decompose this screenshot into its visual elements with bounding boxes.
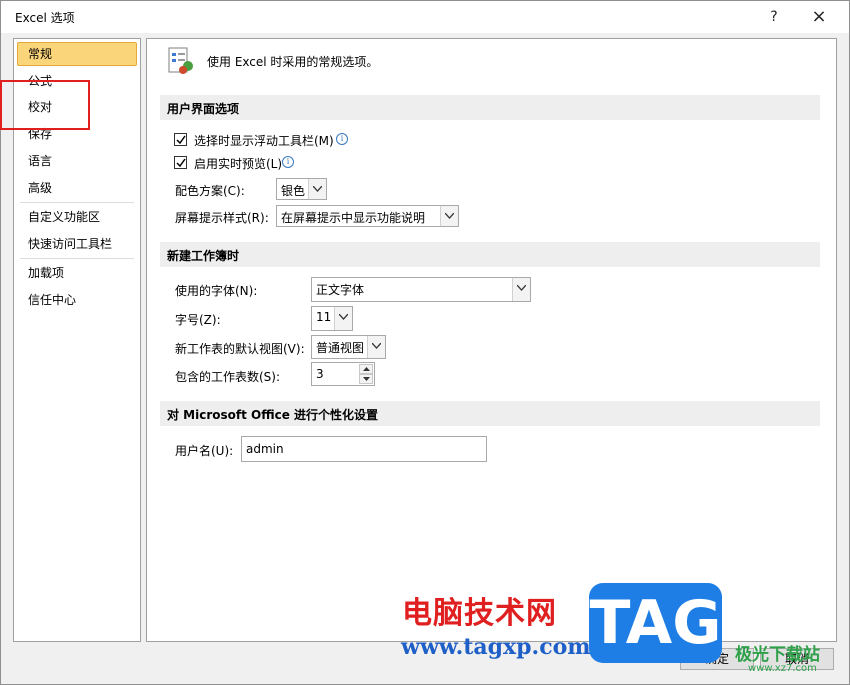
font-size-value: 11	[316, 310, 332, 324]
nav-item-quick-access-toolbar[interactable]: 快速访问工具栏	[17, 232, 137, 256]
username-input[interactable]: admin	[241, 436, 487, 462]
watermark-tag-logo: TAG	[589, 583, 722, 663]
dialog-title: Excel 选项	[15, 11, 75, 25]
spin-up-icon[interactable]	[359, 364, 373, 374]
nav-divider	[20, 202, 134, 203]
nav-item-language[interactable]: 语言	[17, 149, 137, 173]
general-options-icon	[166, 46, 196, 76]
default-view-value: 普通视图	[316, 341, 365, 355]
nav-divider	[20, 258, 134, 259]
live-preview-label[interactable]: 启用实时预览(L)	[194, 155, 282, 172]
font-value: 正文字体	[316, 283, 365, 297]
sheet-count-value[interactable]: 3	[316, 367, 324, 381]
watermark-site-name: 极光下载站	[735, 645, 820, 665]
help-button[interactable]: ?	[759, 5, 789, 29]
section-heading: 对 Microsoft Office 进行个性化设置	[167, 408, 379, 422]
mini-toolbar-checkbox[interactable]	[174, 133, 187, 146]
screentip-style-label: 屏幕提示样式(R):	[175, 211, 269, 225]
color-scheme-label: 配色方案(C):	[175, 184, 245, 198]
font-size-label: 字号(Z):	[175, 313, 221, 327]
watermark-site-url: www.xz7.com	[748, 663, 817, 674]
screentip-style-value: 在屏幕提示中显示功能说明	[281, 211, 426, 225]
mini-toolbar-label[interactable]: 选择时显示浮动工具栏(M)	[194, 132, 334, 149]
font-label: 使用的字体(N):	[175, 284, 258, 298]
screentip-style-select[interactable]: 在屏幕提示中显示功能说明	[276, 205, 459, 227]
chevron-down-icon[interactable]	[512, 278, 530, 301]
username-value: admin	[246, 442, 284, 456]
chevron-down-icon[interactable]	[367, 336, 385, 358]
section-new-workbook: 新建工作簿时	[160, 242, 820, 267]
nav-item-trust-center[interactable]: 信任中心	[17, 288, 137, 312]
font-select[interactable]: 正文字体	[311, 277, 531, 302]
font-size-select[interactable]: 11	[311, 306, 353, 331]
close-button[interactable]: ×	[804, 5, 834, 29]
chevron-down-icon[interactable]	[440, 206, 458, 226]
nav-item-customize-ribbon[interactable]: 自定义功能区	[17, 205, 137, 229]
color-scheme-select[interactable]: 银色	[276, 178, 327, 200]
highlight-annotation-box	[0, 80, 90, 130]
live-preview-checkbox[interactable]	[174, 156, 187, 169]
section-personalize: 对 Microsoft Office 进行个性化设置	[160, 401, 820, 426]
color-scheme-value: 银色	[281, 184, 306, 198]
chevron-down-icon[interactable]	[334, 307, 352, 330]
sheet-count-label: 包含的工作表数(S):	[175, 370, 281, 384]
section-ui-options: 用户界面选项	[160, 95, 820, 120]
sheet-count-spinner[interactable]: 3	[311, 362, 375, 386]
title-bar: Excel 选项 ? ×	[1, 1, 849, 33]
default-view-label: 新工作表的默认视图(V):	[175, 342, 305, 356]
default-view-select[interactable]: 普通视图	[311, 335, 386, 359]
username-label: 用户名(U):	[175, 444, 234, 458]
nav-item-general[interactable]: 常规	[17, 42, 137, 66]
spin-down-icon[interactable]	[359, 374, 373, 384]
nav-item-add-ins[interactable]: 加载项	[17, 261, 137, 285]
pane-header-text: 使用 Excel 时采用的常规选项。	[207, 55, 379, 69]
watermark-cn-text: 电脑技术网	[402, 596, 557, 631]
info-icon: i	[282, 156, 294, 168]
info-icon: i	[336, 133, 348, 145]
watermark-url: www.tagxp.com	[401, 634, 591, 660]
nav-item-advanced[interactable]: 高级	[17, 176, 137, 200]
section-heading: 新建工作簿时	[167, 249, 240, 263]
section-heading: 用户界面选项	[167, 102, 240, 116]
chevron-down-icon[interactable]	[308, 179, 326, 199]
